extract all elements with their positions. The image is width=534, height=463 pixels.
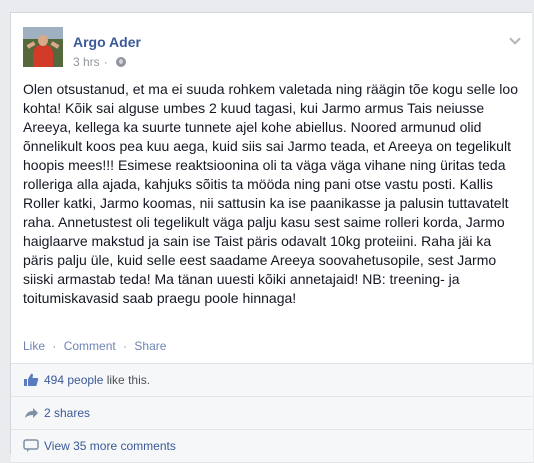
chevron-down-icon[interactable]	[510, 35, 520, 45]
likes-suffix: like this.	[103, 373, 151, 387]
feedback-panel: 494 people like this. 2 shares View 35 m…	[11, 363, 533, 463]
author-name[interactable]: Argo Ader	[73, 34, 141, 50]
comments-row: View 35 more comments	[11, 430, 533, 463]
share-arrow-icon	[25, 408, 38, 418]
comment-link[interactable]: Comment	[64, 339, 116, 353]
avatar-body	[33, 45, 53, 67]
likes-row: 494 people like this.	[11, 364, 533, 397]
post-text: Olen otsustanud, et ma ei suuda rohkem v…	[23, 81, 518, 306]
post-card: Argo Ader 3 hrs · Olen otsustanud, et ma…	[10, 12, 533, 463]
globe-icon[interactable]	[115, 57, 126, 67]
post-meta: 3 hrs ·	[73, 55, 126, 69]
like-link[interactable]: Like	[23, 339, 45, 353]
thumbs-up-icon	[24, 373, 39, 386]
action-separator: ·	[123, 339, 128, 353]
meta-separator: ·	[103, 55, 108, 69]
speech-bubble-icon	[23, 439, 39, 452]
shares-row: 2 shares	[11, 397, 533, 430]
shares-link[interactable]: 2 shares	[44, 406, 90, 420]
avatar-head	[38, 35, 48, 46]
view-more-comments-link[interactable]: View 35 more comments	[44, 439, 176, 453]
post-actions: Like · Comment · Share	[23, 339, 166, 353]
action-separator: ·	[52, 339, 57, 353]
likes-count-link[interactable]: 494 people	[44, 373, 103, 387]
post-timestamp[interactable]: 3 hrs	[73, 55, 100, 69]
share-link[interactable]: Share	[134, 339, 166, 353]
avatar[interactable]	[23, 27, 63, 67]
